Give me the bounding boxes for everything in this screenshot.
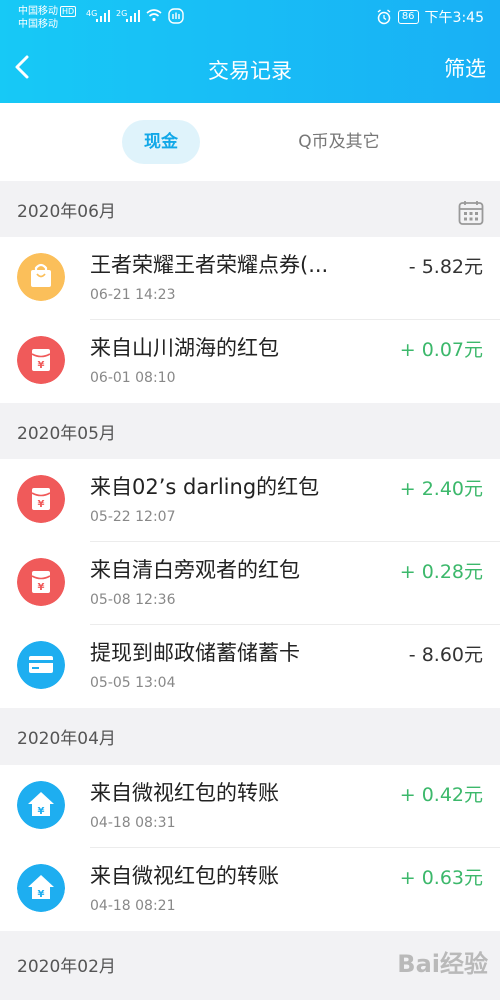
transaction-amount: + 2.40元 (399, 478, 483, 500)
app-header: 中国移动 HD 中国移动 4G 2G 86 下午3:45 交易记录 筛选 (0, 0, 500, 103)
month-header: 2020年05月 (0, 403, 500, 459)
month-label: 2020年05月 (17, 424, 116, 444)
transaction-name: 王者荣耀王者荣耀点券(... (90, 253, 329, 277)
red-packet-icon: ¥ (17, 475, 65, 523)
month-label: 2020年02月 (17, 957, 116, 977)
transaction-row[interactable]: ¥ 来自02’s darling的红包 05-22 12:07 + 2.40元 (0, 459, 500, 542)
transaction-row[interactable]: ¥ 来自微视红包的转账 04-18 08:21 + 0.63元 (0, 848, 500, 931)
tab-qcoin-other[interactable]: Q币及其它 (278, 120, 400, 164)
transaction-name: 来自山川湖海的红包 (90, 336, 279, 360)
wifi-icon (146, 9, 162, 22)
transaction-amount: - 5.82元 (408, 256, 483, 278)
transaction-amount: + 0.42元 (399, 784, 483, 806)
bank-card-icon (17, 641, 65, 689)
filter-button[interactable]: 筛选 (444, 53, 486, 83)
tab-bar: 现金 Q币及其它 (0, 103, 500, 181)
transaction-row[interactable]: ¥ 来自微视红包的转账 04-18 08:31 + 0.42元 (0, 765, 500, 848)
transaction-date: 04-18 08:31 (90, 815, 176, 831)
signal-icon-1 (96, 10, 110, 22)
transaction-date: 06-01 08:10 (90, 370, 176, 386)
watermark: Bai经验 (397, 950, 488, 978)
svg-text:¥: ¥ (38, 499, 45, 510)
month-label: 2020年04月 (17, 729, 116, 749)
carrier-2: 中国移动 (18, 19, 58, 30)
transaction-date: 04-18 08:21 (90, 898, 176, 914)
month-header: 2020年06月 (0, 181, 500, 237)
transfer-icon: ¥ (17, 864, 65, 912)
transaction-row[interactable]: ¥ 来自山川湖海的红包 06-01 08:10 + 0.07元 (0, 320, 500, 403)
transaction-row[interactable]: 王者荣耀王者荣耀点券(... 06-21 14:23 - 5.82元 (0, 237, 500, 320)
transaction-row[interactable]: ¥ 来自清白旁观者的红包 05-08 12:36 + 0.28元 (0, 542, 500, 625)
transaction-amount: + 0.63元 (399, 867, 483, 889)
status-bar: 中国移动 HD 中国移动 4G 2G 86 下午3:45 (0, 0, 500, 36)
transaction-date: 05-08 12:36 (90, 592, 176, 608)
signal-icon-2 (126, 10, 140, 22)
transaction-amount: - 8.60元 (408, 644, 483, 666)
month-header: 2020年04月 (0, 708, 500, 764)
carrier-1: 中国移动 (18, 6, 58, 17)
svg-text:¥: ¥ (38, 889, 45, 900)
svg-text:¥: ¥ (38, 360, 45, 371)
transaction-name: 来自微视红包的转账 (90, 781, 279, 805)
nav-bar: 交易记录 筛选 (0, 36, 500, 103)
carrier-info: 中国移动 HD 中国移动 (18, 5, 77, 31)
calendar-icon[interactable] (458, 200, 484, 226)
month-label: 2020年06月 (17, 202, 116, 222)
transaction-name: 来自微视红包的转账 (90, 864, 279, 888)
transaction-name: 提现到邮政储蓄储蓄卡 (90, 641, 300, 665)
transaction-row[interactable]: 提现到邮政储蓄储蓄卡 05-05 13:04 - 8.60元 (0, 625, 500, 708)
tab-cash[interactable]: 现金 (122, 120, 200, 164)
svg-text:¥: ¥ (38, 582, 45, 593)
transaction-amount: + 0.28元 (399, 561, 483, 583)
red-packet-icon: ¥ (17, 336, 65, 384)
transaction-amount: + 0.07元 (399, 339, 483, 361)
transaction-date: 06-21 14:23 (90, 287, 176, 303)
transfer-icon: ¥ (17, 781, 65, 829)
clock: 下午3:45 (424, 10, 484, 26)
transaction-date: 05-05 13:04 (90, 675, 176, 691)
transaction-date: 05-22 12:07 (90, 509, 176, 525)
status-right: 86 下午3:45 (376, 7, 484, 27)
transaction-name: 来自清白旁观者的红包 (90, 558, 300, 582)
alarm-icon (377, 9, 391, 25)
battery-icon: 86 (397, 10, 419, 24)
red-packet-icon: ¥ (17, 558, 65, 606)
page-title: 交易记录 (208, 59, 292, 83)
shopping-bag-icon (17, 253, 65, 301)
hd-badge: HD (60, 6, 77, 17)
transaction-name: 来自02’s darling的红包 (90, 475, 320, 499)
svg-text:¥: ¥ (38, 806, 45, 817)
notification-icon (168, 8, 184, 24)
